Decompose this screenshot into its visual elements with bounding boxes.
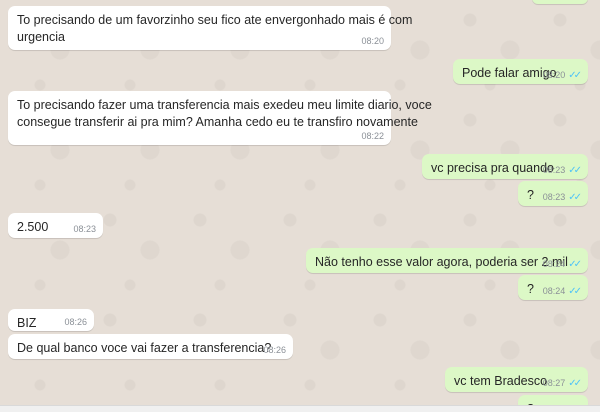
message-text: To precisando fazer uma transferencia ma… [17, 98, 432, 112]
message-time: 08:26 [64, 317, 87, 327]
chat-footer-edge [0, 405, 600, 412]
outgoing-message[interactable]: vc precisa pra quando 08:23 ✓✓ [422, 154, 588, 179]
message-time: 08:20 [542, 70, 566, 80]
message-time: 08:24 [542, 286, 566, 296]
incoming-message[interactable]: 2.500 08:23 [8, 213, 103, 238]
previous-message-bubble [532, 0, 588, 4]
message-meta: 08:22 [361, 131, 384, 142]
incoming-message[interactable]: To precisando fazer uma transferencia ma… [8, 91, 432, 145]
message-time: 08:23 [542, 192, 566, 202]
message-time: 08:26 [263, 345, 286, 355]
message-time: 08:20 [361, 36, 384, 46]
outgoing-message[interactable]: Não tenho esse valor agora, poderia ser … [306, 248, 588, 273]
message-time: 08:23 [542, 165, 566, 175]
incoming-message[interactable]: BIZ 08:26 [8, 309, 94, 331]
double-check-icon: ✓✓ [568, 192, 582, 203]
double-check-icon: ✓✓ [568, 259, 582, 270]
message-meta: 08:24 ✓✓ [542, 286, 582, 297]
message-time: 08:24 [542, 259, 566, 269]
message-meta: 08:23 [73, 224, 96, 235]
incoming-message[interactable]: De qual banco voce vai fazer a transfere… [8, 334, 293, 359]
message-meta: 08:27 ✓✓ [542, 378, 582, 389]
message-text: Não tenho esse valor agora, poderia ser … [315, 255, 568, 269]
message-meta: 08:24 ✓✓ [542, 259, 582, 270]
message-meta: 08:20 [361, 36, 384, 47]
message-meta: 08:23 ✓✓ [542, 165, 582, 176]
double-check-icon: ✓✓ [568, 378, 582, 389]
message-text-continued: urgencia [17, 30, 65, 44]
outgoing-message[interactable]: ? 08:24 ✓✓ [518, 275, 588, 300]
outgoing-message[interactable]: Pode falar amigo 08:20 ✓✓ [453, 59, 588, 84]
incoming-message[interactable]: To precisando de um favorzinho seu fico … [8, 6, 413, 50]
double-check-icon: ✓✓ [568, 286, 582, 297]
message-text: To precisando de um favorzinho seu fico … [17, 13, 413, 27]
message-meta: 08:26 [263, 345, 286, 356]
message-time: 08:22 [361, 131, 384, 141]
message-time: 08:23 [73, 224, 96, 234]
message-time: 08:27 [542, 378, 566, 388]
outgoing-message[interactable]: vc tem Bradesco 08:27 ✓✓ [445, 367, 588, 392]
double-check-icon: ✓✓ [568, 165, 582, 176]
message-text-continued: consegue transferir ai pra mim? Amanha c… [17, 115, 418, 129]
message-meta: 08:23 ✓✓ [542, 192, 582, 203]
chat-area[interactable]: To precisando de um favorzinho seu fico … [0, 0, 600, 412]
outgoing-message[interactable]: ? 08:23 ✓✓ [518, 181, 588, 206]
double-check-icon: ✓✓ [568, 70, 582, 81]
message-meta: 08:26 [64, 317, 87, 328]
message-text: De qual banco voce vai fazer a transfere… [17, 341, 272, 355]
message-meta: 08:20 ✓✓ [542, 70, 582, 81]
